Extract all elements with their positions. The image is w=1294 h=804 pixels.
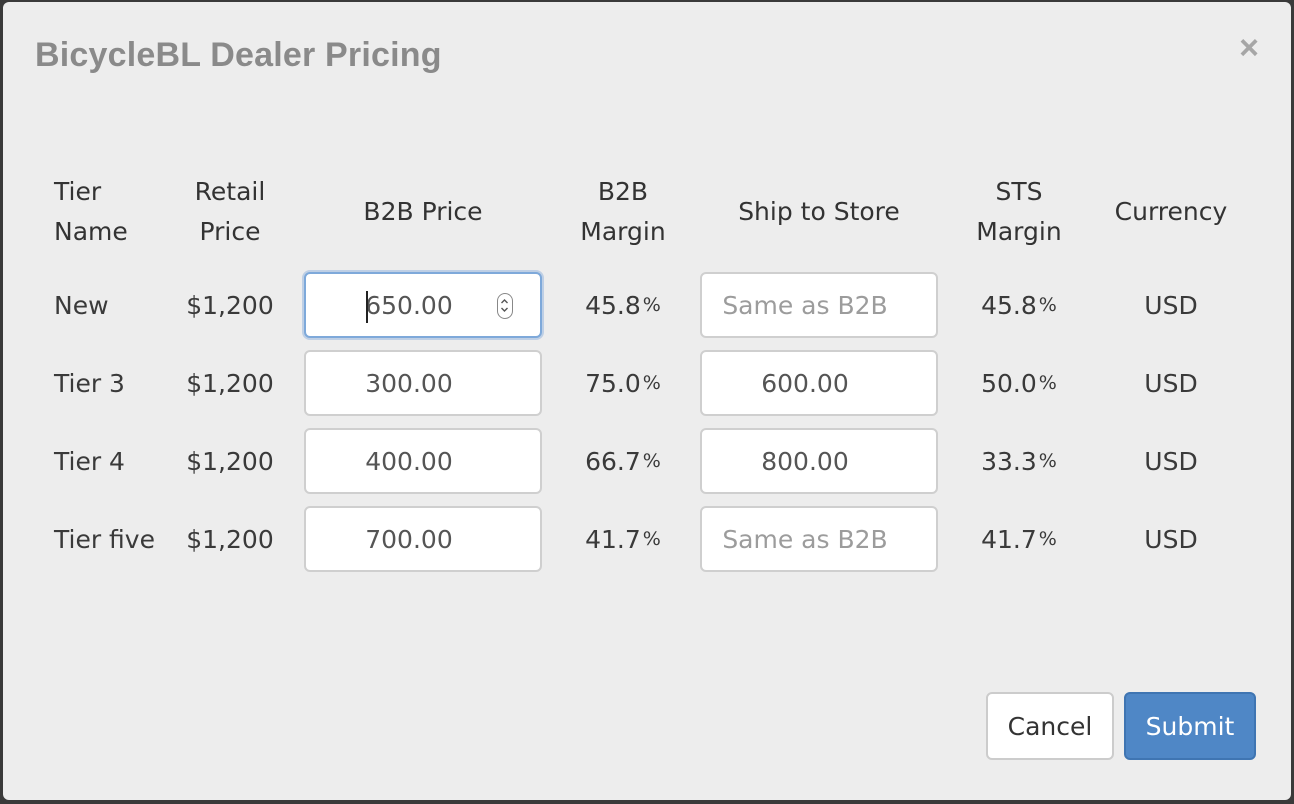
retail-price: $1,200 — [186, 368, 274, 398]
sts-margin: 41.7% — [981, 524, 1057, 554]
column-header-b2b-margin: B2B Margin — [580, 177, 666, 246]
column-header-ship-to-store: Ship to Store — [738, 197, 900, 226]
dealer-pricing-modal: BicycleBL Dealer Pricing × Tier Name Reta… — [3, 2, 1291, 800]
text-cursor — [366, 291, 368, 323]
retail-price: $1,200 — [186, 446, 274, 476]
b2b-margin: 75.0% — [585, 368, 661, 398]
b2b-margin: 66.7% — [585, 446, 661, 476]
b2b-margin: 41.7% — [585, 524, 661, 554]
spinner-arrows-icon[interactable] — [497, 293, 513, 319]
column-header-sts-margin: STS Margin — [976, 177, 1062, 246]
currency: USD — [1144, 368, 1198, 398]
close-icon[interactable]: × — [1233, 30, 1265, 66]
b2b-price-input[interactable] — [304, 506, 542, 572]
ship-to-store-input[interactable] — [700, 428, 938, 494]
ship-to-store-input[interactable] — [700, 350, 938, 416]
cancel-button[interactable]: Cancel — [986, 692, 1114, 760]
column-header-tier-name: Tier Name — [54, 177, 128, 246]
sts-margin: 33.3% — [981, 446, 1057, 476]
sts-margin: 45.8% — [981, 290, 1057, 320]
currency: USD — [1144, 524, 1198, 554]
b2b-price-input[interactable] — [304, 350, 542, 416]
ship-to-store-input[interactable] — [700, 506, 938, 572]
tier-name: Tier five — [54, 524, 155, 554]
tier-name: Tier 4 — [54, 446, 125, 476]
currency: USD — [1144, 290, 1198, 320]
tier-name: New — [54, 290, 109, 320]
retail-price: $1,200 — [186, 290, 274, 320]
ship-to-store-input[interactable] — [700, 272, 938, 338]
column-header-b2b-price: B2B Price — [363, 197, 483, 226]
column-header-retail-price: Retail Price — [194, 177, 266, 246]
retail-price: $1,200 — [186, 524, 274, 554]
tier-name: Tier 3 — [54, 368, 125, 398]
currency: USD — [1144, 446, 1198, 476]
submit-button[interactable]: Submit — [1124, 692, 1256, 760]
modal-title: BicycleBL Dealer Pricing — [35, 36, 442, 74]
b2b-margin: 45.8% — [585, 290, 661, 320]
sts-margin: 50.0% — [981, 368, 1057, 398]
b2b-price-input[interactable] — [304, 428, 542, 494]
column-header-currency: Currency — [1114, 197, 1228, 226]
